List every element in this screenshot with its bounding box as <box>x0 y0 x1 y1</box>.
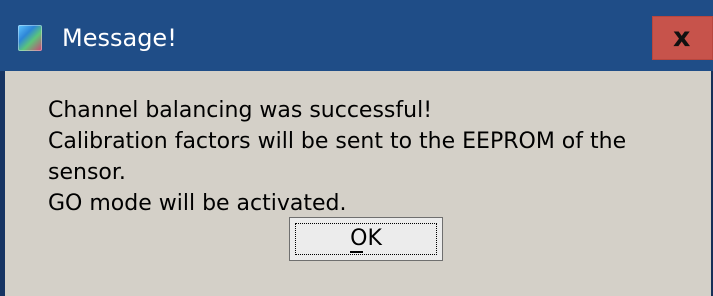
dialog-body: Channel balancing was successful! Calibr… <box>5 71 711 296</box>
dialog-title: Message! <box>62 24 177 52</box>
close-button[interactable]: x <box>652 16 713 60</box>
message-text: Channel balancing was successful! Calibr… <box>48 95 688 219</box>
ok-button-label: OK <box>350 226 382 251</box>
message-line-2: Calibration factors will be sent to the … <box>48 129 627 185</box>
app-icon <box>18 25 42 51</box>
message-dialog: Message! x Channel balancing was success… <box>0 0 713 296</box>
message-line-3: GO mode will be activated. <box>48 191 347 216</box>
titlebar: Message! x <box>0 0 713 76</box>
message-line-1: Channel balancing was successful! <box>48 98 433 123</box>
ok-button[interactable]: OK <box>289 217 443 261</box>
close-icon: x <box>673 22 691 53</box>
ok-mnemonic-underline <box>350 251 363 253</box>
